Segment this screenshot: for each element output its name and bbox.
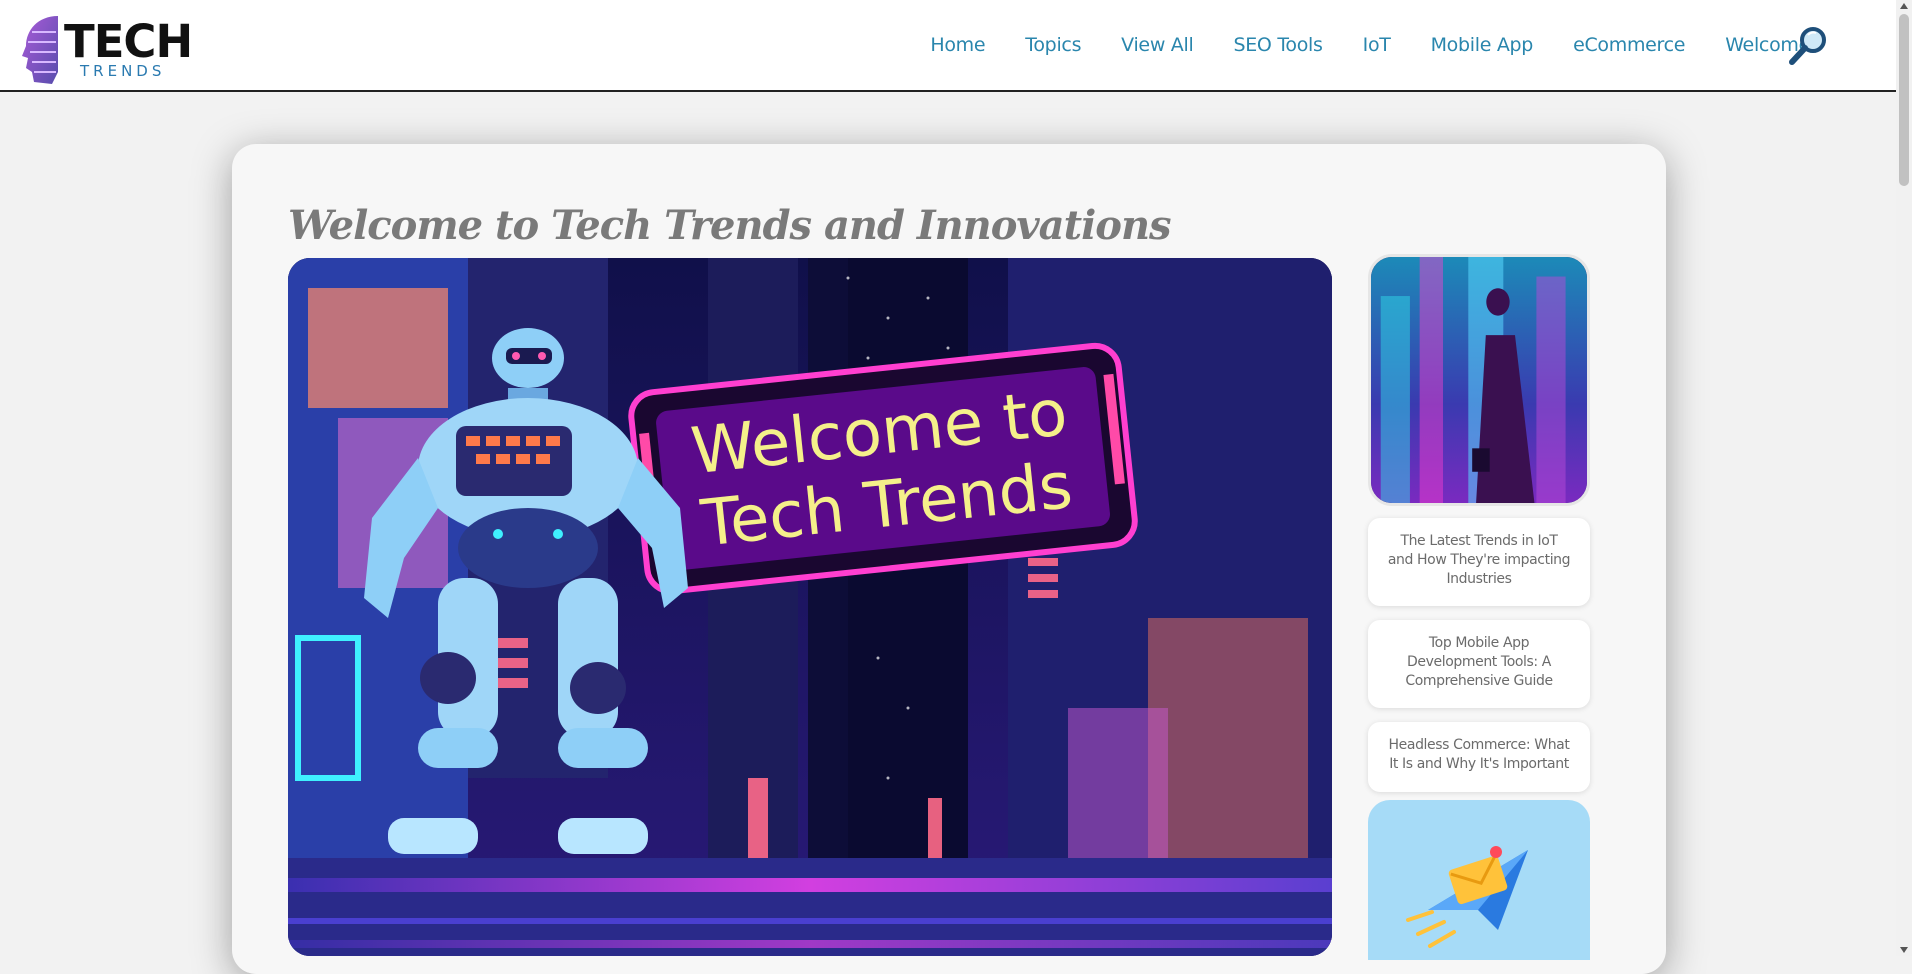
- robot-city-illustration: Welcome to Tech Trends: [288, 258, 1332, 956]
- search-button[interactable]: [1786, 24, 1830, 68]
- logo-wordmark: TECH: [64, 15, 193, 68]
- newsletter-banner[interactable]: [1368, 800, 1590, 960]
- sidebar-post-headless-commerce[interactable]: Headless Commerce: What It Is and Why It…: [1368, 722, 1590, 792]
- site-logo[interactable]: TECH TRENDS: [18, 12, 193, 88]
- site-header: TECH TRENDS Home Topics View All SEO Too…: [0, 0, 1896, 92]
- page-scrollbar[interactable]: [1896, 0, 1912, 956]
- scroll-thumb[interactable]: [1899, 14, 1909, 186]
- nav-mobile-app[interactable]: Mobile App: [1431, 30, 1534, 60]
- nav-iot[interactable]: IoT: [1363, 30, 1391, 60]
- sidebar-post-iot[interactable]: The Latest Trends in IoT and How They're…: [1368, 518, 1590, 606]
- sidebar: The Latest Trends in IoT and How They're…: [1368, 254, 1590, 960]
- nav-home[interactable]: Home: [930, 30, 985, 60]
- cyberpunk-woman-illustration: [1371, 257, 1587, 503]
- scroll-down-icon[interactable]: [1900, 947, 1908, 953]
- nav-ecommerce[interactable]: eCommerce: [1573, 30, 1685, 60]
- nav-topics[interactable]: Topics: [1025, 30, 1081, 60]
- nav-view-all[interactable]: View All: [1121, 30, 1194, 60]
- scroll-up-icon[interactable]: [1900, 3, 1908, 9]
- sidebar-post-mobile-app[interactable]: Top Mobile App Development Tools: A Comp…: [1368, 620, 1590, 708]
- main-navigation: Home Topics View All SEO Tools IoT Mobil…: [890, 30, 1810, 60]
- hero-image[interactable]: Welcome to Tech Trends: [288, 258, 1332, 956]
- logo-tagline: TRENDS: [80, 62, 166, 80]
- page-title: Welcome to Tech Trends and Innovations: [288, 202, 1172, 249]
- paper-plane-envelope-icon: [1406, 846, 1528, 948]
- magnifier-icon: [1789, 27, 1826, 65]
- nav-seo-tools[interactable]: SEO Tools: [1233, 30, 1322, 60]
- sidebar-feature-image[interactable]: [1368, 254, 1590, 506]
